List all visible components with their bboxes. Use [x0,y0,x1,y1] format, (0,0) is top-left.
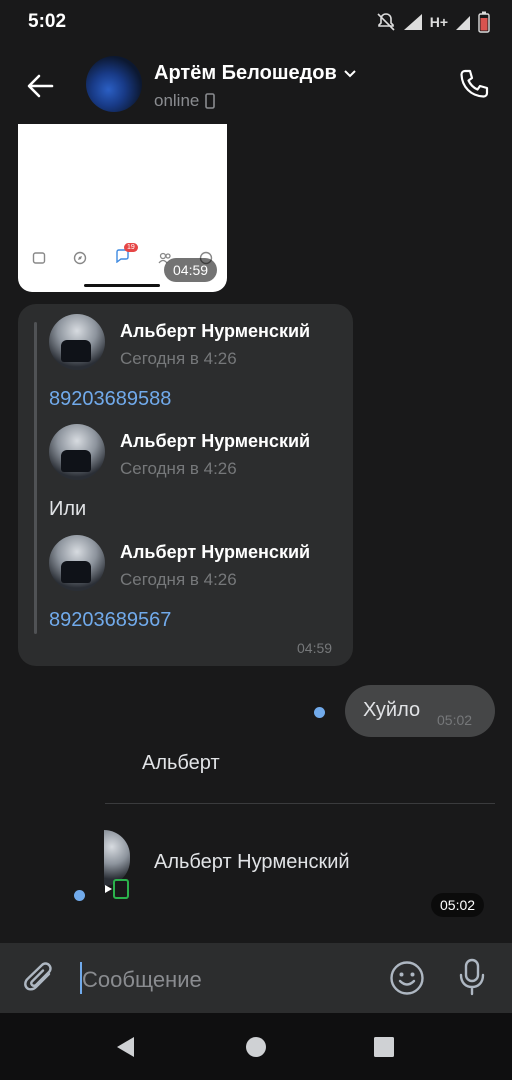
unread-indicator [74,890,85,901]
notifications-off-icon [377,13,395,31]
system-nav-bar [0,1013,512,1080]
status-time: 5:02 [28,11,67,32]
message-text: Альберт [142,752,220,774]
image-message-time: 04:59 [164,258,218,282]
forwarded-message[interactable]: Альберт Нурменский Сегодня в 4:26 892036… [18,304,353,666]
divider [105,803,495,804]
forwarded-author-name[interactable]: Альберт Нурменский [120,542,310,563]
forwarded-date: Сегодня в 4:26 [120,459,237,478]
nav-home-icon[interactable] [244,1035,268,1059]
forwarded-date: Сегодня в 4:26 [120,349,237,368]
forwarded-author-name[interactable]: Альберт Нурменский [120,431,310,452]
signal-secondary-icon [456,16,470,30]
phone-link[interactable]: 89203689588 [49,388,171,411]
phone-link[interactable]: 89203689567 [49,609,171,632]
outgoing-message-time: 05:02 [437,712,473,728]
forwarded-line [34,322,37,634]
emoji-icon[interactable] [388,959,426,997]
forwarded-message-time: 04:59 [297,640,333,656]
back-arrow-icon[interactable] [22,68,58,104]
forwarded-author-avatar[interactable] [49,424,105,480]
forwarded-date: Сегодня в 4:26 [120,570,237,589]
forwarded-author-name[interactable]: Альберт Нурменский [120,321,310,342]
message-composer [0,943,512,1013]
chevron-down-icon [344,69,356,77]
text-caret [80,962,82,994]
message-input[interactable] [80,963,374,997]
online-status: online [154,91,200,110]
chat-header: Артём Белошедов online [0,44,512,124]
outgoing-message[interactable]: Хуйло 05:02 [345,685,495,737]
forwarded-author-avatar[interactable] [49,535,105,591]
compass-icon [74,251,87,265]
play-icon [105,885,112,893]
contact-status: online [154,91,216,111]
status-bar: 5:02 H+ [0,0,512,44]
battery-icon [478,11,490,33]
call-icon[interactable] [456,66,492,102]
network-type: H+ [429,14,448,30]
calendar-icon [32,252,45,264]
signal-icon [403,14,422,30]
forwarded-text: Или [49,498,87,520]
status-icons: H+ [376,8,490,36]
outgoing-message-text: Хуйло [363,699,421,721]
image-home-indicator [84,284,160,287]
unread-indicator [314,707,325,718]
contact-name[interactable]: Артём Белошедов [154,62,357,85]
nav-back-icon[interactable] [114,1035,138,1059]
attach-icon[interactable] [22,959,58,997]
forwarded-author-avatar[interactable] [49,314,105,370]
microphone-icon[interactable] [456,957,488,997]
messages-tab: 19 [115,242,138,268]
online-mobile-badge [113,879,129,899]
shared-contact-name[interactable]: Альберт Нурменский [154,851,350,874]
nav-recents-icon[interactable] [372,1035,396,1059]
unread-badge: 19 [123,242,138,252]
mobile-icon [205,93,216,109]
contact-name-label: Артём Белошедов [154,62,337,84]
contact-card-time: 05:02 [431,893,485,917]
shared-contact-avatar[interactable] [104,830,130,886]
contact-avatar[interactable] [86,56,142,112]
